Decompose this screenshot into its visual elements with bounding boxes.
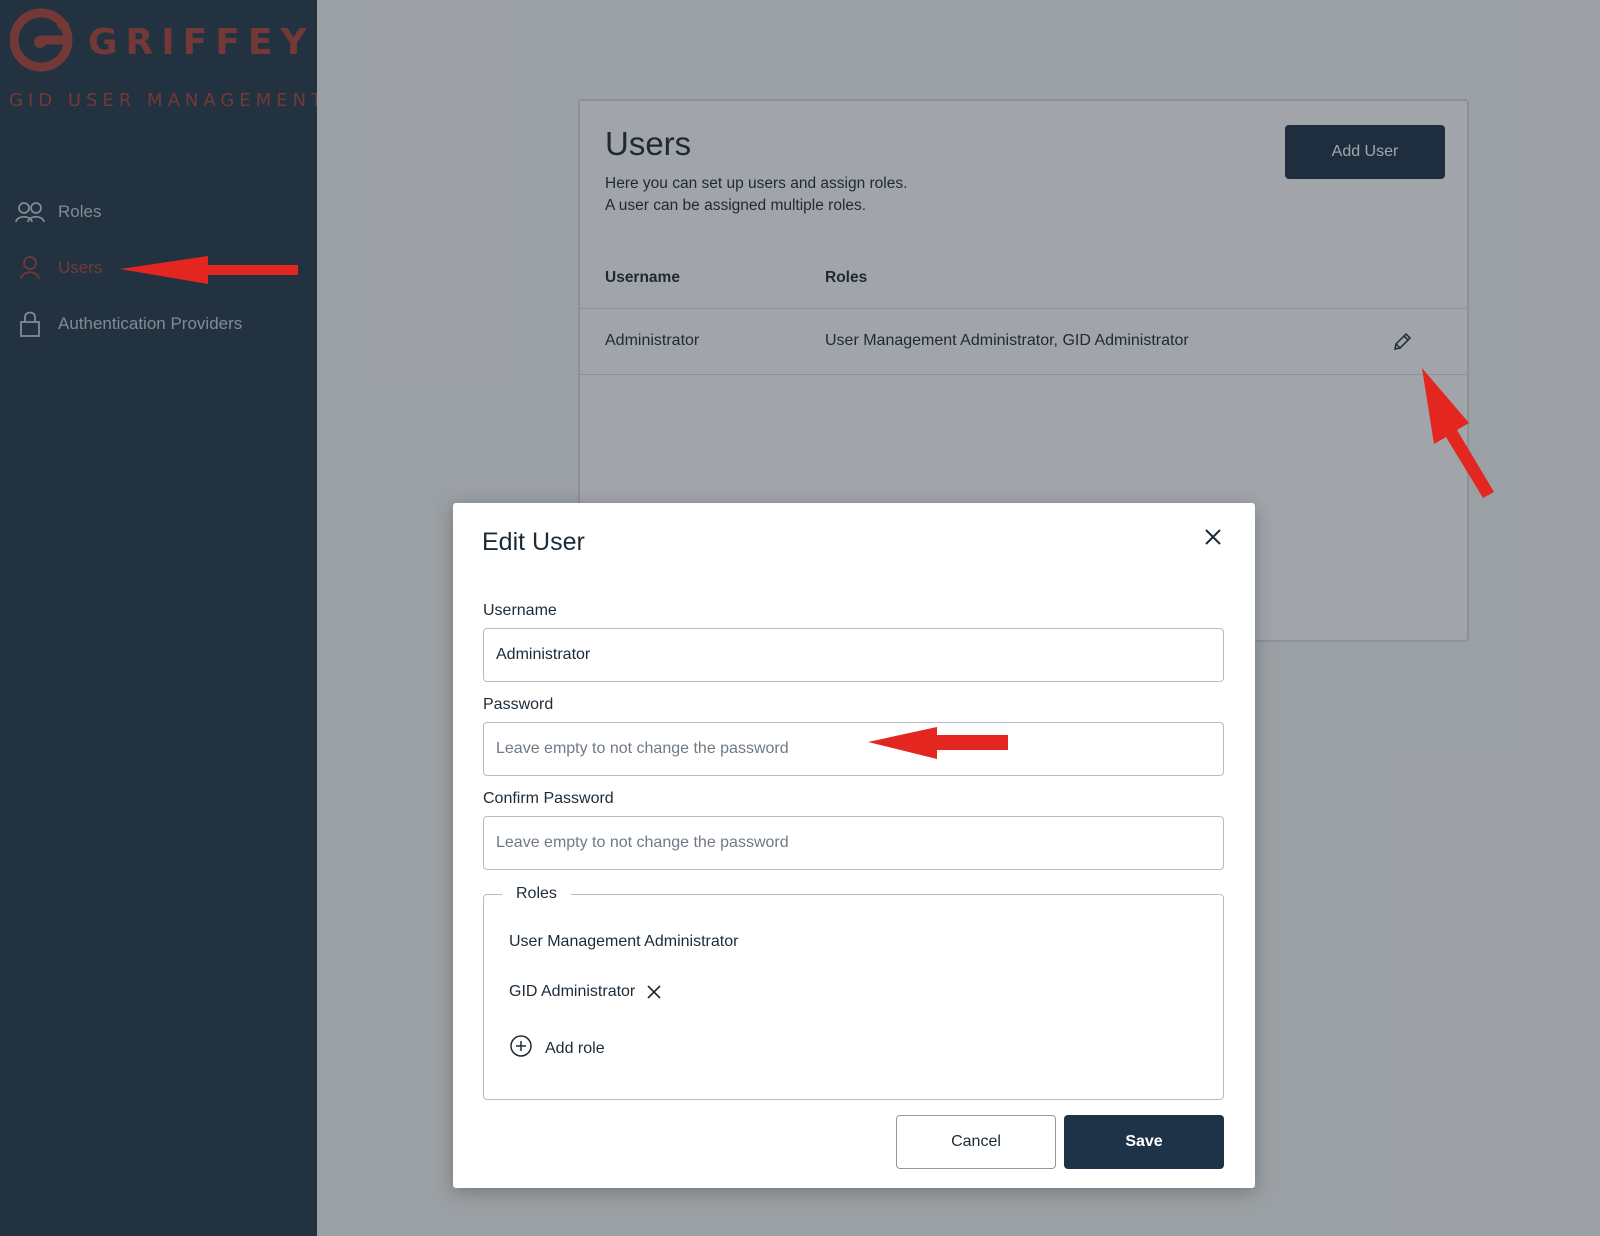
edit-user-dialog: Edit User Username Password Confirm Pass… xyxy=(453,503,1255,1188)
username-label: Username xyxy=(483,602,557,619)
add-role-label: Add role xyxy=(545,1039,605,1057)
role-item: GID Administrator xyxy=(509,983,663,1001)
roles-fieldset: Roles User Management Administrator GID … xyxy=(483,885,1224,1100)
username-field[interactable] xyxy=(483,628,1224,682)
dialog-title: Edit User xyxy=(482,528,585,556)
save-button[interactable]: Save xyxy=(1064,1115,1224,1169)
role-name: GID Administrator xyxy=(509,983,636,1000)
remove-role-icon[interactable] xyxy=(645,983,663,1001)
role-name: User Management Administrator xyxy=(509,933,739,950)
roles-legend: Roles xyxy=(502,885,571,903)
role-item: User Management Administrator xyxy=(509,933,738,951)
close-icon[interactable] xyxy=(1201,525,1225,549)
plus-circle-icon xyxy=(509,1034,533,1063)
password-label: Password xyxy=(483,696,554,713)
add-role-button[interactable]: Add role xyxy=(509,1034,605,1063)
confirm-password-label: Confirm Password xyxy=(483,790,614,807)
cancel-button[interactable]: Cancel xyxy=(896,1115,1056,1169)
confirm-password-field[interactable] xyxy=(483,816,1224,870)
password-field[interactable] xyxy=(483,722,1224,776)
